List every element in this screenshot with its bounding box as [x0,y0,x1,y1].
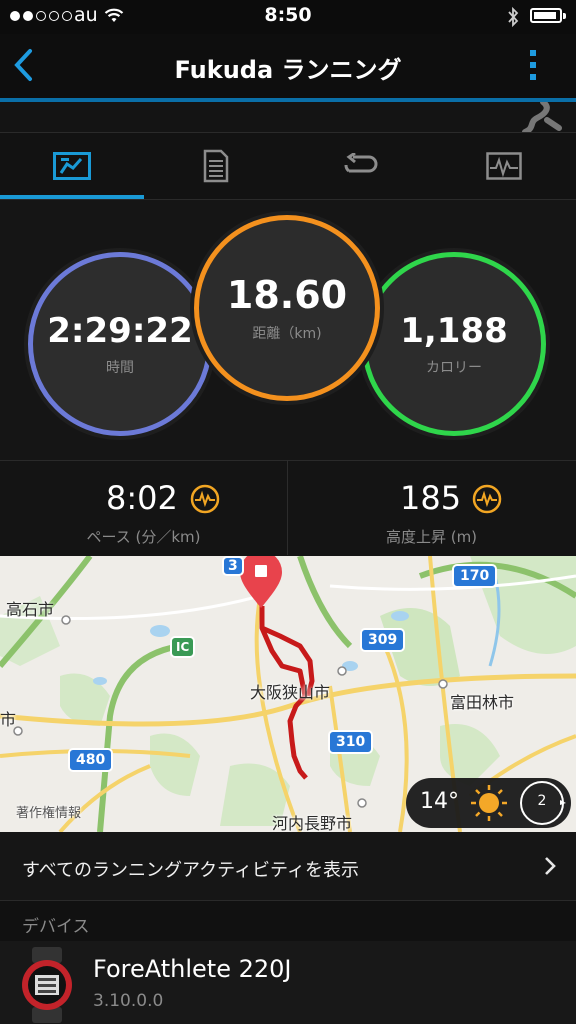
device-name: ForeAthlete 220J [93,955,292,983]
activity-header-strip [0,102,576,133]
map-label-kawachinagano: 河内長野市 [272,814,353,832]
heart-rate-icon [190,484,220,514]
devices-section-header: デバイス [0,901,576,941]
elevation-label: 高度上昇 (m) [385,528,478,546]
page-title: Fukuda ランニング [174,56,402,84]
battery-icon [530,8,562,23]
map-label-partial: 市 [0,710,17,729]
more-options-icon[interactable] [528,48,538,82]
metrics-row: 8:02 ペース (分／km) 185 高度上昇 (m) [0,460,576,556]
running-icon [522,102,562,132]
time-value: 2:29:22 [47,311,193,351]
devices-header-label: デバイス [22,917,90,937]
pace-metric: 8:02 ペース (分／km) [0,461,287,556]
pace-label: ペース (分／km) [86,528,201,546]
bluetooth-icon [508,6,519,28]
interchange-sign: IC [170,636,196,658]
map-label-osakasayama: 大阪狭山市 [250,683,331,702]
time-label: 時間 [106,360,134,376]
route-shield-310: 310 [328,730,374,754]
calories-label: カロリー [426,360,482,376]
repeat-icon [344,153,378,173]
route-shield-170: 170 [452,564,498,588]
map-label-takaishi: 高石市 [6,600,55,619]
sun-icon [471,785,507,821]
route-shield-partial: 3 [222,556,244,576]
heart-rate-icon [472,484,502,514]
calories-value: 1,188 [400,311,508,351]
stats-panel: 2:29:22 時間 1,188 カロリー 18.60 距離（km) [0,200,576,460]
route-shield-309: 309 [360,628,406,652]
view-all-activities-row[interactable]: すべてのランニングアクティビティを表示 [0,832,576,901]
tab-laps[interactable] [288,133,432,199]
distance-label: 距離（km) [252,326,322,342]
pace-value: 8:02 [106,479,178,517]
elevation-metric: 185 高度上昇 (m) [288,461,575,556]
clock: 8:50 [264,4,312,26]
distance-value: 18.60 [226,273,348,317]
navigation-bar: Fukuda ランニング [0,34,576,98]
tab-summary[interactable] [0,133,144,199]
active-tab-indicator [0,195,144,199]
device-version: 3.10.0.0 [93,991,164,1011]
document-icon [203,149,229,183]
elevation-value: 185 [400,479,462,517]
tab-graph[interactable] [432,133,576,199]
weather-widget: 14° 2 [406,778,571,828]
chevron-right-icon [545,857,556,875]
status-bar: au 8:50 [0,0,576,34]
route-shield-480: 480 [68,748,114,772]
device-row[interactable]: ForeAthlete 220J 3.10.0.0 [0,941,576,1024]
tab-details[interactable] [144,133,288,199]
metrics-divider [287,460,288,555]
wind-speed: 2 [537,793,547,809]
view-all-activities-label: すべてのランニングアクティビティを表示 [22,860,359,881]
stats-chart-icon [53,152,91,180]
distance-ring: 18.60 距離（km) [194,215,380,401]
calories-ring: 1,188 カロリー [362,252,546,436]
watch-icon [22,947,72,1023]
map-label-tondabayashi: 富田林市 [450,693,515,712]
activity-graph-icon [486,152,522,180]
battery-tip [563,13,566,19]
map-copyright-link[interactable]: 著作権情報 [16,802,81,821]
activity-tabs [0,133,576,200]
time-ring: 2:29:22 時間 [28,252,212,436]
temperature: 14° [420,789,459,814]
